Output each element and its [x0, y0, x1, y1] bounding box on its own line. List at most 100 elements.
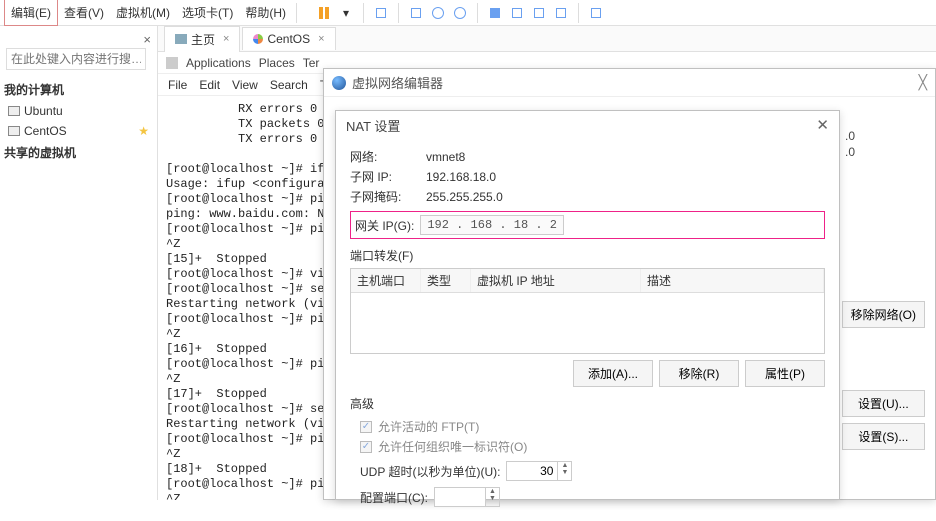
vm-icon — [8, 126, 20, 136]
menubar: 编辑(E) 查看(V) 虚拟机(M) 选项卡(T) 帮助(H) ▾ — [0, 0, 936, 26]
home-icon — [175, 34, 187, 44]
vm-tabs: 主页 × CentOS × — [158, 26, 936, 52]
gnome-apps[interactable]: Applications — [186, 56, 251, 70]
separator — [296, 3, 297, 23]
close-panel-icon[interactable]: × — [143, 32, 151, 47]
checkbox-ftp[interactable]: ✓ 允许活动的 FTP(T) — [360, 418, 825, 435]
tab-close-icon[interactable]: × — [223, 33, 229, 45]
snapshot-icon[interactable] — [372, 4, 390, 22]
checkbox-icon: ✓ — [360, 421, 372, 433]
udp-timeout-label: UDP 超时(以秒为单位)(U): — [360, 463, 500, 480]
vnet-side-buttons: 移除网络(O) 设置(U)... 设置(S)... — [842, 119, 925, 450]
checkbox-label: 允许任何组织唯一标识符(O) — [378, 438, 527, 455]
gnome-places[interactable]: Places — [259, 56, 295, 70]
app-icon — [332, 76, 346, 90]
arrow-down-icon[interactable]: ▼ — [558, 469, 571, 476]
console-icon[interactable] — [530, 4, 548, 22]
tab-close-icon[interactable]: × — [318, 33, 324, 45]
network-value: vmnet8 — [426, 150, 465, 164]
dropdown-icon[interactable]: ▾ — [337, 4, 355, 22]
subnet-mask-value: 255.255.255.0 — [426, 190, 503, 204]
manage-icon[interactable] — [451, 4, 469, 22]
pf-remove-button[interactable]: 移除(R) — [659, 360, 739, 387]
spinner-arrows[interactable]: ▲▼ — [485, 488, 499, 506]
pf-col-host: 主机端口 — [351, 269, 421, 292]
separator — [578, 3, 579, 23]
tree-my-computer[interactable]: 我的计算机 — [2, 78, 155, 101]
tab-home[interactable]: 主页 × — [164, 26, 240, 52]
search-input[interactable] — [6, 48, 146, 70]
gateway-label: 网关 IP(G): — [355, 217, 414, 234]
gateway-row: 网关 IP(G): 192 . 168 . 18 . 2 — [350, 211, 825, 239]
gnome-terminal[interactable]: Ter — [303, 56, 320, 70]
tree-item-centos[interactable]: CentOS ★ — [2, 121, 155, 141]
pf-add-button[interactable]: 添加(A)... — [573, 360, 653, 387]
separator — [398, 3, 399, 23]
favorite-star-icon[interactable]: ★ — [138, 124, 149, 138]
arrow-up-icon[interactable]: ▲ — [558, 462, 571, 469]
config-port-input[interactable] — [435, 488, 485, 506]
vm-tree: 我的计算机 Ubuntu CentOS ★ 共享的虚拟机 — [0, 74, 157, 168]
tree-label: CentOS — [24, 124, 67, 138]
config-port-label: 配置端口(C): — [360, 489, 428, 506]
menu-view[interactable]: 查看(V) — [58, 0, 110, 25]
term-menu-file[interactable]: File — [168, 78, 187, 92]
toolbar: ▾ — [315, 3, 605, 23]
separator — [477, 3, 478, 23]
library-panel: × 我的计算机 Ubuntu CentOS ★ 共享的虚拟机 — [0, 26, 158, 500]
remove-network-button[interactable]: 移除网络(O) — [842, 301, 925, 328]
unity-icon[interactable] — [508, 4, 526, 22]
pf-props-button[interactable]: 属性(P) — [745, 360, 825, 387]
tab-label: 主页 — [191, 31, 215, 48]
vm-icon — [8, 106, 20, 116]
dialog-title: 虚拟网络编辑器 — [352, 73, 443, 92]
close-icon[interactable]: ✕ — [816, 116, 829, 134]
term-menu-view[interactable]: View — [232, 78, 258, 92]
arrow-up-icon[interactable]: ▲ — [486, 488, 499, 495]
checkbox-oui[interactable]: ✓允许任何组织唯一标识符(O) — [360, 438, 825, 455]
screens-icon[interactable] — [407, 4, 425, 22]
activities-icon[interactable] — [166, 57, 178, 69]
term-menu-search[interactable]: Search — [270, 78, 308, 92]
pause-icon[interactable] — [315, 4, 333, 22]
fullscreen-icon[interactable] — [486, 4, 504, 22]
gateway-ip-input[interactable]: 192 . 168 . 18 . 2 — [420, 215, 564, 235]
settings-u-button[interactable]: 设置(U)... — [842, 390, 925, 417]
nat-body: 网络:vmnet8 子网 IP:192.168.18.0 子网掩码:255.25… — [336, 139, 839, 521]
tab-centos[interactable]: CentOS × — [242, 27, 335, 50]
pf-col-desc: 描述 — [641, 269, 824, 292]
tree-label: Ubuntu — [24, 104, 63, 118]
spinner-arrows[interactable]: ▲▼ — [557, 462, 571, 480]
pf-buttons: 添加(A)... 移除(R) 属性(P) — [350, 360, 825, 387]
pf-col-type: 类型 — [421, 269, 471, 292]
separator — [363, 3, 364, 23]
tree-shared[interactable]: 共享的虚拟机 — [2, 141, 155, 164]
config-port-spinner[interactable]: ▲▼ — [434, 487, 500, 507]
arrow-down-icon[interactable]: ▼ — [486, 495, 499, 502]
udp-timeout-input[interactable] — [507, 462, 557, 480]
udp-timeout-spinner[interactable]: ▲▼ — [506, 461, 572, 481]
port-forward-table[interactable]: 主机端口 类型 虚拟机 IP 地址 描述 — [350, 268, 825, 354]
close-icon[interactable]: ╳ — [919, 74, 927, 91]
advanced-label: 高级 — [350, 395, 825, 412]
centos-icon — [253, 34, 263, 44]
library-icon[interactable] — [587, 4, 605, 22]
menu-vm[interactable]: 虚拟机(M) — [110, 0, 176, 25]
pf-col-vmip: 虚拟机 IP 地址 — [471, 269, 641, 292]
term-menu-edit[interactable]: Edit — [199, 78, 220, 92]
pf-header: 主机端口 类型 虚拟机 IP 地址 描述 — [351, 269, 824, 293]
menu-help[interactable]: 帮助(H) — [239, 0, 292, 25]
settings-s-button[interactable]: 设置(S)... — [842, 423, 925, 450]
revert-icon[interactable] — [429, 4, 447, 22]
menu-edit[interactable]: 编辑(E) — [4, 0, 58, 26]
nat-titlebar[interactable]: NAT 设置 ✕ — [336, 111, 839, 139]
udp-timeout-row: UDP 超时(以秒为单位)(U): ▲▼ — [360, 461, 825, 481]
vnet-titlebar[interactable]: 虚拟网络编辑器 ╳ — [324, 69, 935, 97]
tree-item-ubuntu[interactable]: Ubuntu — [2, 101, 155, 121]
dialog-title: NAT 设置 — [346, 116, 400, 135]
menu-tab[interactable]: 选项卡(T) — [176, 0, 239, 25]
subnet-ip-label: 子网 IP: — [350, 168, 420, 185]
checkbox-label: 允许活动的 FTP(T) — [378, 418, 479, 435]
tab-label: CentOS — [267, 32, 310, 46]
stretch-icon[interactable] — [552, 4, 570, 22]
